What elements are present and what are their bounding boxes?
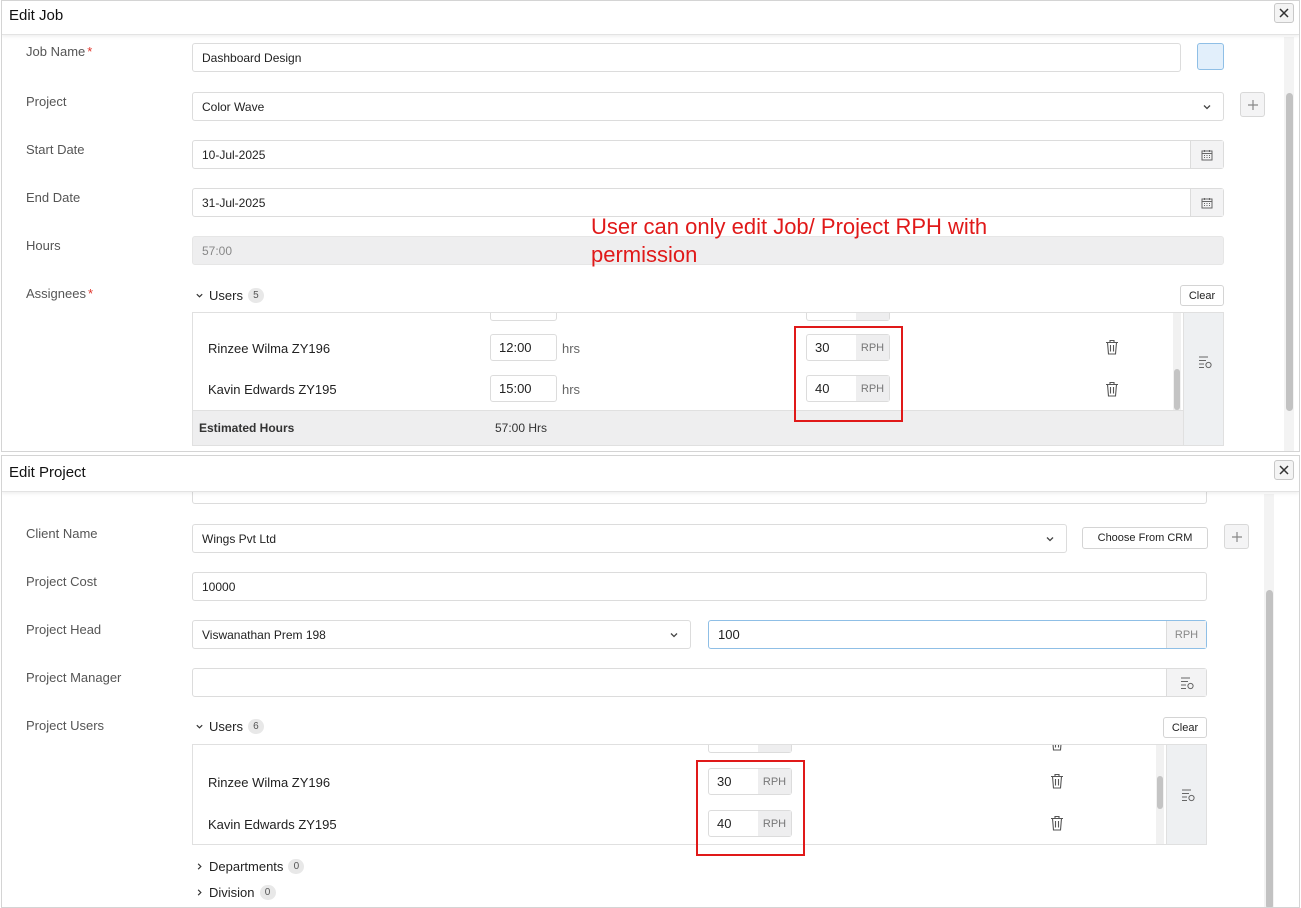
permission-annotation: User can only edit Job/ Project RPH with… bbox=[591, 214, 988, 267]
start-date-input[interactable]: 10-Jul-2025 bbox=[192, 140, 1224, 169]
client-name-select[interactable]: Wings Pvt Ltd bbox=[192, 524, 1067, 553]
edit-job-header: Edit Job bbox=[2, 1, 1299, 35]
departments-label: Departments bbox=[209, 859, 284, 874]
panel-title: Edit Project bbox=[9, 464, 86, 481]
panel-scrollbar-thumb[interactable] bbox=[1266, 590, 1273, 907]
rph-highlight-box bbox=[696, 760, 805, 856]
plus-icon bbox=[1231, 531, 1242, 542]
add-project-button[interactable] bbox=[1240, 92, 1265, 117]
rph-input-partial bbox=[708, 745, 792, 753]
assignee-name: Rinzee Wilma ZY196 bbox=[208, 341, 331, 356]
users-count-badge: 6 bbox=[247, 719, 264, 734]
trash-icon[interactable] bbox=[1050, 815, 1064, 831]
plus-icon bbox=[1247, 99, 1258, 110]
assignee-name: Kavin Edwards ZY195 bbox=[208, 382, 337, 397]
clear-button[interactable]: Clear bbox=[1180, 285, 1224, 306]
start-date-label: Start Date bbox=[26, 142, 85, 157]
panel-title: Edit Job bbox=[9, 7, 64, 24]
close-icon bbox=[1279, 465, 1289, 475]
side-action-bar bbox=[1183, 313, 1223, 445]
chevron-down-icon bbox=[1046, 537, 1054, 542]
rph-input-partial bbox=[806, 313, 890, 321]
side-action-bar bbox=[1166, 745, 1206, 844]
assignees-label: Assignees * bbox=[26, 286, 94, 301]
rph-suffix: RPH bbox=[1166, 621, 1206, 648]
chevron-down-icon bbox=[1203, 105, 1211, 110]
start-date-calendar-button[interactable] bbox=[1190, 141, 1223, 168]
project-cost-label: Project Cost bbox=[26, 574, 97, 589]
list-scrollbar-thumb[interactable] bbox=[1174, 369, 1180, 410]
rph-highlight-box bbox=[794, 326, 903, 422]
project-cost-input[interactable]: 10000 bbox=[192, 572, 1207, 601]
project-label: Project bbox=[26, 94, 67, 109]
estimated-hours-value: 57:00 Hrs bbox=[495, 421, 548, 435]
hours-label: Hours bbox=[26, 238, 61, 253]
assignee-hours-input[interactable]: 12:00 bbox=[490, 334, 557, 361]
departments-count-badge: 0 bbox=[288, 859, 305, 874]
chevron-down-icon bbox=[670, 633, 678, 638]
client-name-label: Client Name bbox=[26, 526, 98, 541]
user-list-icon bbox=[1180, 676, 1194, 689]
hours-unit: hrs bbox=[562, 382, 581, 397]
job-name-input[interactable]: Dashboard Design bbox=[192, 43, 1181, 72]
project-user-name: Rinzee Wilma ZY196 bbox=[208, 775, 331, 790]
chevron-right-icon bbox=[197, 889, 202, 896]
users-toggle-label: Users bbox=[209, 719, 243, 734]
edit-project-panel: Edit Project Client Name Wings Pvt Ltd C… bbox=[1, 455, 1300, 908]
project-users-label: Project Users bbox=[26, 718, 105, 733]
project-user-name: Kavin Edwards ZY195 bbox=[208, 817, 337, 832]
chevron-down-icon bbox=[196, 293, 203, 298]
panel-scrollbar-thumb[interactable] bbox=[1286, 93, 1293, 411]
close-icon bbox=[1279, 8, 1289, 18]
end-date-calendar-button[interactable] bbox=[1190, 189, 1223, 216]
list-scrollbar-thumb[interactable] bbox=[1157, 776, 1163, 809]
required-star: * bbox=[87, 286, 94, 301]
assignee-hours-input[interactable]: 15:00 bbox=[490, 375, 557, 402]
calendar-icon bbox=[1201, 197, 1213, 208]
users-toggle[interactable]: Users 6 bbox=[195, 719, 264, 734]
division-count-badge: 0 bbox=[259, 885, 276, 900]
end-date-label: End Date bbox=[26, 190, 81, 205]
edit-project-header: Edit Project bbox=[2, 456, 1299, 492]
project-manager-label: Project Manager bbox=[26, 670, 122, 685]
users-toggle[interactable]: Users 5 bbox=[195, 288, 264, 303]
trash-icon[interactable] bbox=[1050, 773, 1064, 789]
division-toggle[interactable]: Division 0 bbox=[195, 885, 276, 900]
user-list-icon[interactable] bbox=[1181, 788, 1195, 802]
close-button[interactable] bbox=[1274, 3, 1294, 23]
hours-unit: hrs bbox=[562, 341, 581, 356]
close-button[interactable] bbox=[1274, 460, 1294, 480]
users-count-badge: 5 bbox=[247, 288, 264, 303]
chevron-right-icon bbox=[197, 863, 202, 870]
users-toggle-label: Users bbox=[209, 288, 243, 303]
estimated-hours-row: Estimated Hours 57:00 Hrs bbox=[193, 410, 1183, 445]
project-head-rph-input[interactable]: 100 RPH bbox=[708, 620, 1207, 649]
division-label: Division bbox=[209, 885, 255, 900]
estimated-hours-label: Estimated Hours bbox=[199, 421, 295, 435]
project-head-select[interactable]: Viswanathan Prem 198 bbox=[192, 620, 691, 649]
job-name-label: Job Name * bbox=[26, 44, 93, 59]
project-manager-list-button[interactable] bbox=[1166, 669, 1206, 696]
clear-button[interactable]: Clear bbox=[1163, 717, 1207, 738]
project-manager-input[interactable] bbox=[192, 668, 1207, 697]
hours-input-partial bbox=[490, 313, 557, 321]
project-head-label: Project Head bbox=[26, 622, 102, 637]
choose-from-crm-button[interactable]: Choose From CRM bbox=[1082, 527, 1208, 549]
calendar-icon bbox=[1201, 149, 1213, 160]
assignee-list: Rinzee Wilma ZY196 12:00 hrs 30 RPH Kavi… bbox=[192, 312, 1224, 446]
chevron-down-icon bbox=[196, 724, 203, 729]
user-list-icon[interactable] bbox=[1198, 355, 1212, 369]
project-select[interactable]: Color Wave bbox=[192, 92, 1224, 121]
trash-icon bbox=[1052, 745, 1062, 751]
departments-toggle[interactable]: Departments 0 bbox=[195, 859, 305, 874]
required-star: * bbox=[87, 44, 93, 59]
trash-icon[interactable] bbox=[1105, 339, 1119, 355]
color-picker-button[interactable] bbox=[1197, 43, 1224, 70]
trash-icon[interactable] bbox=[1105, 381, 1119, 397]
add-client-button[interactable] bbox=[1224, 524, 1249, 549]
